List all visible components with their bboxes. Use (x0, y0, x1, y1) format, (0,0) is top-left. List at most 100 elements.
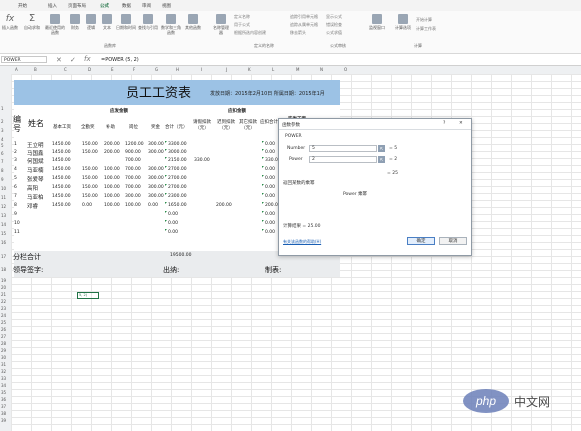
tab-insert[interactable]: 插入 (48, 3, 57, 9)
row-header[interactable]: 21 (1, 292, 6, 297)
column-header[interactable]: F (133, 67, 135, 72)
show-formulas-command[interactable]: 显示公式 (326, 14, 342, 19)
cell-value[interactable]: 1450.00 (52, 185, 71, 190)
cell-value[interactable]: 700.00 (125, 167, 141, 172)
column-header[interactable]: B (34, 67, 37, 72)
row-header[interactable]: 26 (1, 327, 6, 332)
row-header[interactable]: 22 (1, 299, 6, 304)
remove-arrows-command[interactable]: 移去箭头 (290, 30, 306, 35)
row-header[interactable]: 9 (1, 177, 4, 182)
row-header[interactable]: 3 (1, 128, 4, 133)
row-header[interactable]: 34 (1, 383, 6, 388)
row-header[interactable]: 36 (1, 397, 6, 402)
row-header[interactable]: 23 (1, 306, 6, 311)
cell-number[interactable]: 8 (14, 203, 17, 208)
autosum-button[interactable]: Σ 自动求和 (24, 14, 40, 31)
calc-options-button[interactable]: 计算选项 (394, 14, 412, 30)
total-value[interactable]: 19500.00 (170, 253, 191, 258)
cell-value[interactable]: 0.00 (265, 176, 275, 181)
logical-button[interactable]: 逻辑 (84, 14, 98, 30)
tab-data[interactable]: 数据 (122, 3, 131, 9)
cell-value[interactable]: 0.00 (265, 194, 275, 199)
math-button[interactable]: 数学和三角函数 (160, 14, 182, 35)
column-header[interactable]: J (226, 67, 227, 72)
cell-number[interactable]: 10 (14, 221, 20, 226)
cell-name[interactable]: 邓睿 (27, 202, 38, 210)
cell-value[interactable]: 300.00 (148, 194, 164, 199)
row-header[interactable]: 25 (1, 320, 6, 325)
row-header[interactable]: 19 (1, 278, 6, 283)
cell-value[interactable]: 0.00 (265, 212, 275, 217)
cell-value[interactable]: 300.00 (125, 194, 141, 199)
tab-view[interactable]: 视图 (162, 3, 171, 9)
row-header[interactable]: 30 (1, 355, 6, 360)
cell-value[interactable]: 0.00 (265, 230, 275, 235)
row-header[interactable]: 14 (1, 222, 6, 227)
cell-number[interactable]: 2 (14, 150, 17, 155)
row-header[interactable]: 13 (1, 213, 6, 218)
text-button[interactable]: 文本 (100, 14, 114, 30)
column-header[interactable]: M (296, 67, 299, 72)
watch-window-button[interactable]: 监视窗口 (368, 14, 386, 30)
cell-value[interactable]: 100.00 (104, 185, 120, 190)
column-header[interactable]: C (64, 67, 67, 72)
row-header[interactable]: 20 (1, 285, 6, 290)
row-header[interactable]: 33 (1, 376, 6, 381)
tab-home[interactable]: 开始 (18, 3, 27, 9)
cell-value[interactable]: 2700.00 (168, 167, 187, 172)
cell-name[interactable]: 何国斌 (27, 157, 44, 165)
enter-formula-icon[interactable]: ✓ (70, 56, 76, 64)
tab-review[interactable]: 审阅 (142, 3, 151, 9)
cell-value[interactable]: 100.00 (104, 194, 120, 199)
cell-value[interactable]: 0.00 (168, 212, 178, 217)
cell-value[interactable]: 0.00 (168, 230, 178, 235)
row-header[interactable]: 1 (1, 106, 4, 111)
close-icon[interactable]: ✕ (459, 121, 463, 126)
cell-value[interactable]: 0.00 (265, 150, 275, 155)
row-header[interactable]: 8 (1, 168, 4, 173)
cell-value[interactable]: 150.00 (82, 185, 98, 190)
cell-name[interactable]: 王立明 (27, 141, 44, 149)
cell-number[interactable]: 5 (14, 176, 17, 181)
row-header[interactable]: 27 (1, 334, 6, 339)
cell-number[interactable]: 1 (14, 142, 17, 147)
cell-value[interactable]: 1650.00 (168, 203, 187, 208)
cell-value[interactable]: 900.00 (125, 150, 141, 155)
cell-number[interactable]: 11 (14, 230, 20, 235)
insert-function-button[interactable]: fx 插入函数 (2, 14, 18, 30)
function-icon[interactable]: fx (84, 55, 91, 63)
row-header[interactable]: 32 (1, 369, 6, 374)
cell-value[interactable]: 100.00 (104, 167, 120, 172)
cell-value[interactable]: 300.00 (148, 150, 164, 155)
help-button[interactable]: ? (443, 121, 445, 126)
cell-value[interactable]: 1450.00 (52, 194, 71, 199)
cell-value[interactable]: 2300.00 (168, 194, 187, 199)
cell-value[interactable]: 0.00 (148, 203, 158, 208)
cell-value[interactable]: 100.00 (104, 203, 120, 208)
cell-value[interactable]: 0.00 (82, 203, 92, 208)
cell-number[interactable]: 6 (14, 185, 17, 190)
column-header[interactable]: I (201, 67, 202, 72)
cell-value[interactable]: 150.00 (82, 142, 98, 147)
column-header[interactable]: L (272, 67, 274, 72)
cell-name[interactable]: 高阳 (27, 184, 38, 192)
row-header[interactable]: 24 (1, 313, 6, 318)
cell-name[interactable]: 马亚柏 (27, 193, 44, 201)
row-header[interactable]: 37 (1, 404, 6, 409)
cell-value[interactable]: 0.00 (265, 167, 275, 172)
cell-value[interactable]: 1450.00 (52, 142, 71, 147)
financial-button[interactable]: 财务 (68, 14, 82, 30)
column-header[interactable]: D (88, 67, 91, 72)
name-manager-button[interactable]: 名称管理器 (212, 14, 230, 35)
cell-value[interactable]: 300.00 (148, 185, 164, 190)
formula-input[interactable]: =POWER (5, 2) (101, 57, 139, 63)
cell-number[interactable]: 9 (14, 212, 17, 217)
cell-value[interactable]: 700.00 (125, 158, 141, 163)
row-header[interactable]: 16 (1, 240, 6, 245)
cell-number[interactable]: 4 (14, 167, 17, 172)
cell-name[interactable]: 马亚楠 (27, 166, 44, 174)
column-header[interactable]: A (15, 67, 18, 72)
cell-value[interactable]: 100.00 (104, 176, 120, 181)
cell-value[interactable]: 200.00 (216, 203, 232, 208)
range-picker-icon[interactable]: ⇱ (378, 156, 385, 163)
